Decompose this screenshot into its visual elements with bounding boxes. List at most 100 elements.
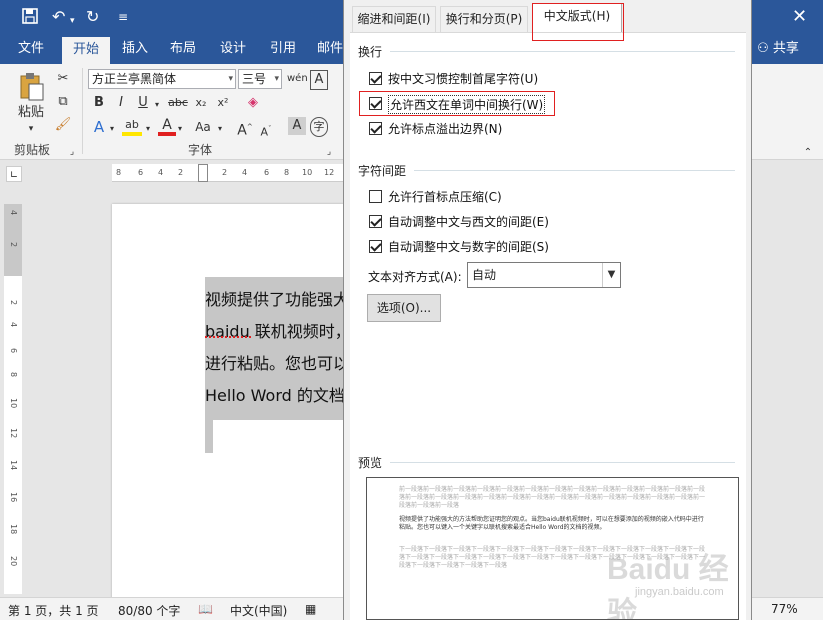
checkbox-space-asian-latin-label[interactable]: 自动调整中文与西文的间距(E) [388, 213, 549, 230]
ruler-mark: 8 [284, 168, 290, 177]
chevron-down-icon[interactable]: ▼ [602, 263, 620, 287]
grow-font-icon[interactable]: A^ [236, 118, 254, 140]
proofing-icon[interactable]: 📖 [198, 602, 213, 616]
tab-file[interactable]: 文件 [8, 36, 54, 64]
indent-marker[interactable] [198, 164, 208, 182]
tab-line-page-breaks[interactable]: 换行和分页(P) [440, 6, 528, 32]
checkbox-chinese-rules[interactable] [369, 72, 382, 85]
macro-icon[interactable]: ▦ [305, 602, 316, 616]
font-size-box[interactable]: 三号 ▾ [238, 69, 282, 89]
underline-icon[interactable]: U [134, 94, 152, 112]
highlight-icon[interactable]: ab [122, 116, 142, 136]
bold-icon[interactable]: B [90, 94, 108, 112]
shrink-font-icon[interactable]: Aˇ [258, 120, 274, 142]
checkbox-punctuation-overflow[interactable] [369, 122, 382, 135]
ribbon-separator [82, 68, 83, 154]
selection-gap [213, 420, 344, 453]
checkbox-compress-punctuation-label[interactable]: 允许行首标点压缩(C) [388, 188, 502, 205]
tab-references[interactable]: 引用 [262, 36, 304, 64]
redo-icon[interactable]: ↻ [86, 8, 99, 26]
italic-icon[interactable]: I [112, 94, 130, 112]
chevron-down-icon[interactable]: ▾ [152, 96, 162, 114]
watermark-logo: Baidu 经验 [607, 553, 729, 620]
clear-formatting-icon[interactable]: ◈ [244, 94, 262, 112]
checkbox-chinese-rules-label[interactable]: 按中文习惯控制首尾字符(U) [388, 70, 538, 87]
superscript-icon[interactable]: x² [214, 94, 232, 112]
document-line[interactable]: Hello Word 的文档 [205, 382, 344, 406]
text-alignment-value: 自动 [472, 268, 497, 282]
checkbox-punctuation-overflow-label[interactable]: 允许标点溢出边界(N) [388, 120, 502, 137]
phonetic-guide-icon[interactable]: wén [287, 70, 308, 88]
document-line[interactable]: 视频提供了功能强大 [205, 286, 344, 310]
format-painter-icon[interactable]: 🖌 [54, 116, 72, 134]
ruler-mark: 14 [9, 460, 18, 471]
text-alignment-select[interactable]: 自动 ▼ [467, 262, 621, 288]
chevron-down-icon[interactable]: ▾ [144, 120, 152, 138]
enclose-characters-icon[interactable]: 字 [310, 117, 328, 137]
tab-layout[interactable]: 布局 [162, 36, 204, 64]
close-window-icon[interactable]: ✕ [792, 8, 807, 26]
page-count[interactable]: 第 1 页，共 1 页 [8, 602, 99, 619]
font-name-value: 方正兰亭黑简体 [92, 72, 177, 86]
checkbox-space-asian-number-label[interactable]: 自动调整中文与数字的间距(S) [388, 238, 549, 255]
chevron-down-icon[interactable]: ▾ [108, 120, 116, 138]
character-shading-icon[interactable]: A [288, 117, 306, 135]
clipboard-launcher-icon[interactable]: ⌟ [66, 143, 78, 161]
zoom-level[interactable]: 77% [771, 602, 798, 616]
tab-selector-icon[interactable]: ∟ [6, 166, 22, 182]
horizontal-ruler[interactable]: 8 6 4 2 2 4 6 8 10 12 [112, 164, 344, 182]
ruler-mark: 6 [9, 348, 18, 354]
tab-insert[interactable]: 插入 [114, 36, 156, 64]
ruler-mark: 16 [9, 492, 18, 503]
chevron-down-icon[interactable]: ▾ [176, 120, 184, 138]
word-count[interactable]: 80/80 个字 [118, 602, 180, 619]
document-line[interactable]: baidu 联机视频时， [205, 318, 344, 342]
ruler-mark: 6 [138, 168, 144, 177]
strikethrough-icon[interactable]: abc [166, 94, 190, 112]
undo-icon[interactable]: ↶ [52, 8, 65, 26]
section-character-spacing: 字符间距 [358, 164, 407, 178]
save-icon[interactable] [22, 8, 38, 28]
highlight-box [359, 91, 555, 116]
ruler-mark: 2 [9, 242, 18, 248]
subscript-icon[interactable]: x₂ [192, 94, 210, 112]
collapse-ribbon-icon[interactable]: ⌃ [800, 144, 816, 162]
paste-dropdown-icon[interactable]: ▾ [24, 120, 38, 138]
ruler-mark: 2 [9, 300, 18, 306]
chevron-down-icon: ▾ [228, 74, 233, 84]
checkbox-compress-punctuation[interactable] [369, 190, 382, 203]
ruler-mark: 18 [9, 524, 18, 535]
preview-before-text: 前一段落前一段落前一段落前一段落前一段落前一段落前一段落前一段落前一段落前一段落… [399, 486, 706, 509]
undo-dropdown-icon[interactable]: ▾ [70, 12, 75, 30]
cut-icon[interactable]: ✂ [54, 70, 72, 88]
tab-indent-spacing[interactable]: 缩进和间距(I) [352, 6, 436, 32]
watermark-url: jingyan.baidu.com [635, 586, 724, 598]
vertical-ruler[interactable]: 4 2 2 4 6 8 10 12 14 16 18 20 [4, 204, 22, 594]
language-indicator[interactable]: 中文(中国) [230, 602, 287, 619]
copy-icon[interactable]: ⧉ [54, 93, 72, 111]
font-color-icon[interactable]: A [158, 116, 176, 136]
checkbox-space-asian-number[interactable] [369, 240, 382, 253]
change-case-icon[interactable]: Aa [190, 118, 216, 136]
font-name-box[interactable]: 方正兰亭黑简体 ▾ [88, 69, 236, 89]
chevron-down-icon[interactable]: ▾ [216, 120, 224, 138]
document-line[interactable]: 进行粘贴。您也可以 [205, 350, 344, 374]
font-launcher-icon[interactable]: ⌟ [323, 143, 335, 161]
options-button[interactable]: 选项(O)... [367, 294, 441, 322]
checkbox-space-asian-latin[interactable] [369, 215, 382, 228]
ruler-mark: 2 [178, 168, 184, 177]
paste-icon[interactable] [16, 72, 46, 104]
share-button[interactable]: ⚇ 共享 [756, 36, 800, 64]
ruler-mark: 4 [158, 168, 164, 177]
chevron-down-icon: ▾ [274, 74, 279, 84]
text-effects-icon[interactable]: A [90, 118, 108, 136]
preview-area: 前一段落前一段落前一段落前一段落前一段落前一段落前一段落前一段落前一段落前一段落… [366, 477, 739, 620]
character-border-icon[interactable]: A [310, 70, 328, 90]
ruler-mark: 4 [9, 210, 18, 216]
tab-design[interactable]: 设计 [212, 36, 254, 64]
tab-home[interactable]: 开始 [62, 36, 110, 64]
clipboard-group-label: 剪贴板 [14, 143, 51, 157]
customize-qat-icon[interactable]: ≡ [118, 8, 128, 26]
ruler-mark: 12 [9, 428, 18, 439]
font-size-value: 三号 [242, 72, 267, 86]
